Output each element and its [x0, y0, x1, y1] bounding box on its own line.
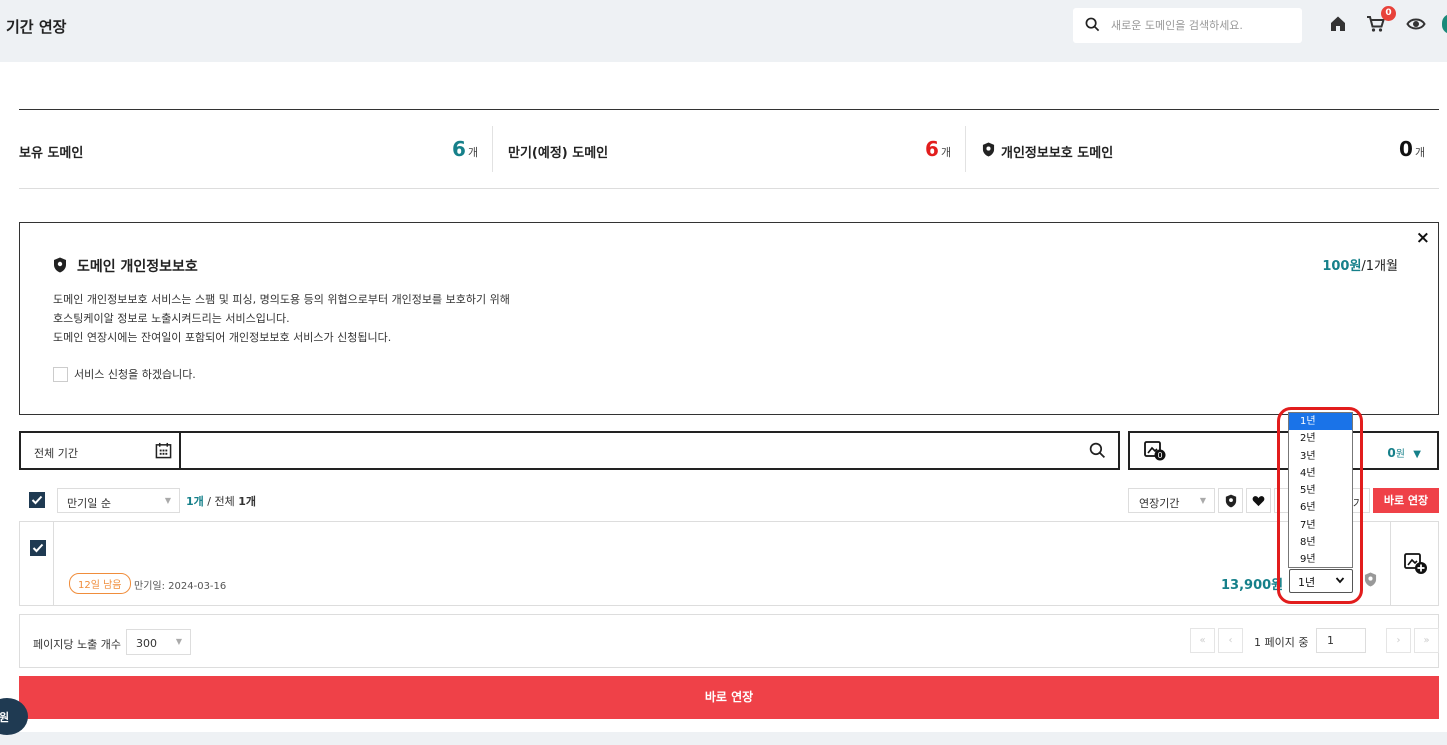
total-count: 1개: [238, 495, 256, 508]
check-icon: [32, 543, 44, 553]
domain-summary: 보유 도메인 6 개 만기(예정) 도메인 6 개 개인정보보호 도메인 0 개: [19, 109, 1439, 189]
calendar-icon[interactable]: [155, 442, 172, 459]
privacy-apply-checkbox-row[interactable]: 서비스 신청을 하겠습니다.: [53, 366, 196, 382]
select-all-checkbox[interactable]: [29, 492, 45, 508]
table-row: 12일 남음 만기일: 2024-03-16 13,900원 1년: [19, 521, 1439, 606]
search-icon[interactable]: [1085, 17, 1100, 32]
divider: [179, 433, 181, 468]
shield-icon: [1225, 494, 1236, 507]
add-to-cart-cell: [1390, 522, 1439, 605]
check-icon: [31, 495, 43, 505]
privacy-description-line: 도메인 연장시에는 잔여일이 포함되어 개인정보보호 서비스가 신청됩니다.: [53, 331, 392, 344]
privacy-description-line: 도메인 개인정보보호 서비스는 스팸 및 피싱, 명의도용 등의 위협으로부터 …: [53, 293, 510, 306]
chevron-down-icon: ▼: [164, 496, 171, 505]
buy-now-button[interactable]: 바로 연장: [1373, 488, 1439, 513]
page-number-input[interactable]: 1: [1316, 628, 1366, 653]
per-page-select[interactable]: 300 ▼: [126, 629, 191, 655]
domain-search-box[interactable]: [1073, 8, 1302, 43]
first-page-button[interactable]: «: [1190, 628, 1215, 653]
cart-count-badge: 0: [1381, 6, 1396, 21]
row-price: 13,900원: [1221, 578, 1284, 593]
prev-page-button[interactable]: ‹: [1218, 628, 1243, 653]
owned-domains-count[interactable]: 6: [452, 137, 466, 161]
expiry-date: 만기일: 2024-03-16: [134, 581, 227, 592]
heart-icon: [1252, 495, 1265, 506]
domain-search-input[interactable]: [1111, 14, 1296, 36]
per-page-label: 페이지당 노출 개수: [33, 638, 121, 651]
selected-count: 1개: [186, 495, 204, 508]
privacy-service-panel: × 도메인 개인정보보호 100원/1개월 도메인 개인정보보호 서비스는 스팸…: [19, 222, 1439, 415]
shield-icon: [982, 142, 995, 157]
top-bar: 기간 연장 0: [0, 0, 1447, 60]
divider: [965, 126, 966, 172]
eye-icon[interactable]: [1406, 14, 1426, 34]
expiring-domains-count[interactable]: 6: [925, 137, 939, 161]
expiring-domains-unit: 개: [941, 146, 952, 159]
avatar[interactable]: [1442, 14, 1447, 34]
sort-select[interactable]: 만기일 순 ▼: [57, 488, 180, 513]
privacy-domains-label: 개인정보보호 도메인: [1001, 146, 1114, 161]
privacy-price-amount: 100원: [1322, 259, 1362, 274]
extension-period-value: 연장기간: [1139, 497, 1180, 510]
page-info: 1 페이지 중: [1254, 636, 1309, 649]
search-icon[interactable]: [1089, 442, 1106, 459]
count-separator: / 전체: [203, 495, 239, 508]
shield-icon: [54, 257, 66, 273]
chevron-down-icon: ▼: [1199, 496, 1206, 505]
last-page-button[interactable]: »: [1414, 628, 1439, 653]
selection-count: 1개 / 전체 1개: [186, 493, 256, 509]
privacy-apply-checkbox[interactable]: [53, 366, 68, 382]
privacy-domains-count[interactable]: 0: [1399, 137, 1413, 161]
privacy-domains-unit: 개: [1415, 146, 1426, 159]
privacy-panel-title: 도메인 개인정보보호: [77, 259, 198, 275]
cart-total-value: 0: [1387, 446, 1396, 460]
privacy-apply-label[interactable]: 서비스 신청을 하겠습니다.: [74, 366, 196, 382]
sort-value: 만기일 순: [67, 497, 111, 510]
add-cart-icon[interactable]: [1404, 553, 1428, 575]
extension-period-select[interactable]: 연장기간 ▼: [1128, 488, 1215, 513]
annotation-highlight: [1277, 407, 1363, 604]
filter-bar: 전체 기간: [19, 431, 1120, 470]
privacy-price: 100원/1개월: [1322, 255, 1398, 274]
privacy-description-line: 호스팅케이알 정보로 노출시켜드리는 서비스입니다.: [53, 312, 290, 325]
shield-icon[interactable]: [1364, 572, 1377, 587]
caret-down-icon: ▼: [1413, 449, 1421, 460]
owned-domains-label: 보유 도메인: [19, 146, 84, 161]
pagination-bar: 페이지당 노출 개수 300 ▼ « ‹ 1 페이지 중 1 › »: [19, 614, 1439, 668]
privacy-price-period: /1개월: [1361, 259, 1398, 274]
cart-domain-icon: 0: [1144, 441, 1166, 461]
favorite-button[interactable]: [1246, 488, 1271, 513]
cart-total-amount[interactable]: 0원 ▼: [1387, 445, 1421, 460]
row-checkbox[interactable]: [30, 540, 46, 556]
close-icon[interactable]: ×: [1416, 228, 1430, 248]
next-page-button[interactable]: ›: [1386, 628, 1411, 653]
page-title: 기간 연장: [6, 18, 67, 36]
divider: [492, 126, 493, 172]
cart-total-unit: 원: [1395, 449, 1405, 460]
per-page-value: 300: [136, 637, 157, 650]
home-icon[interactable]: [1328, 14, 1348, 34]
owned-domains-unit: 개: [468, 146, 479, 159]
expiring-domains-label: 만기(예정) 도메인: [508, 146, 609, 161]
privacy-bulk-button[interactable]: [1218, 488, 1243, 513]
svg-text:0: 0: [1157, 451, 1162, 460]
period-filter-label[interactable]: 전체 기간: [34, 445, 78, 461]
days-remaining-badge: 12일 남음: [69, 573, 131, 594]
buy-now-main-button[interactable]: 바로 연장: [19, 676, 1439, 719]
chevron-down-icon: ▼: [175, 637, 182, 646]
row-checkbox-cell: [20, 522, 54, 605]
